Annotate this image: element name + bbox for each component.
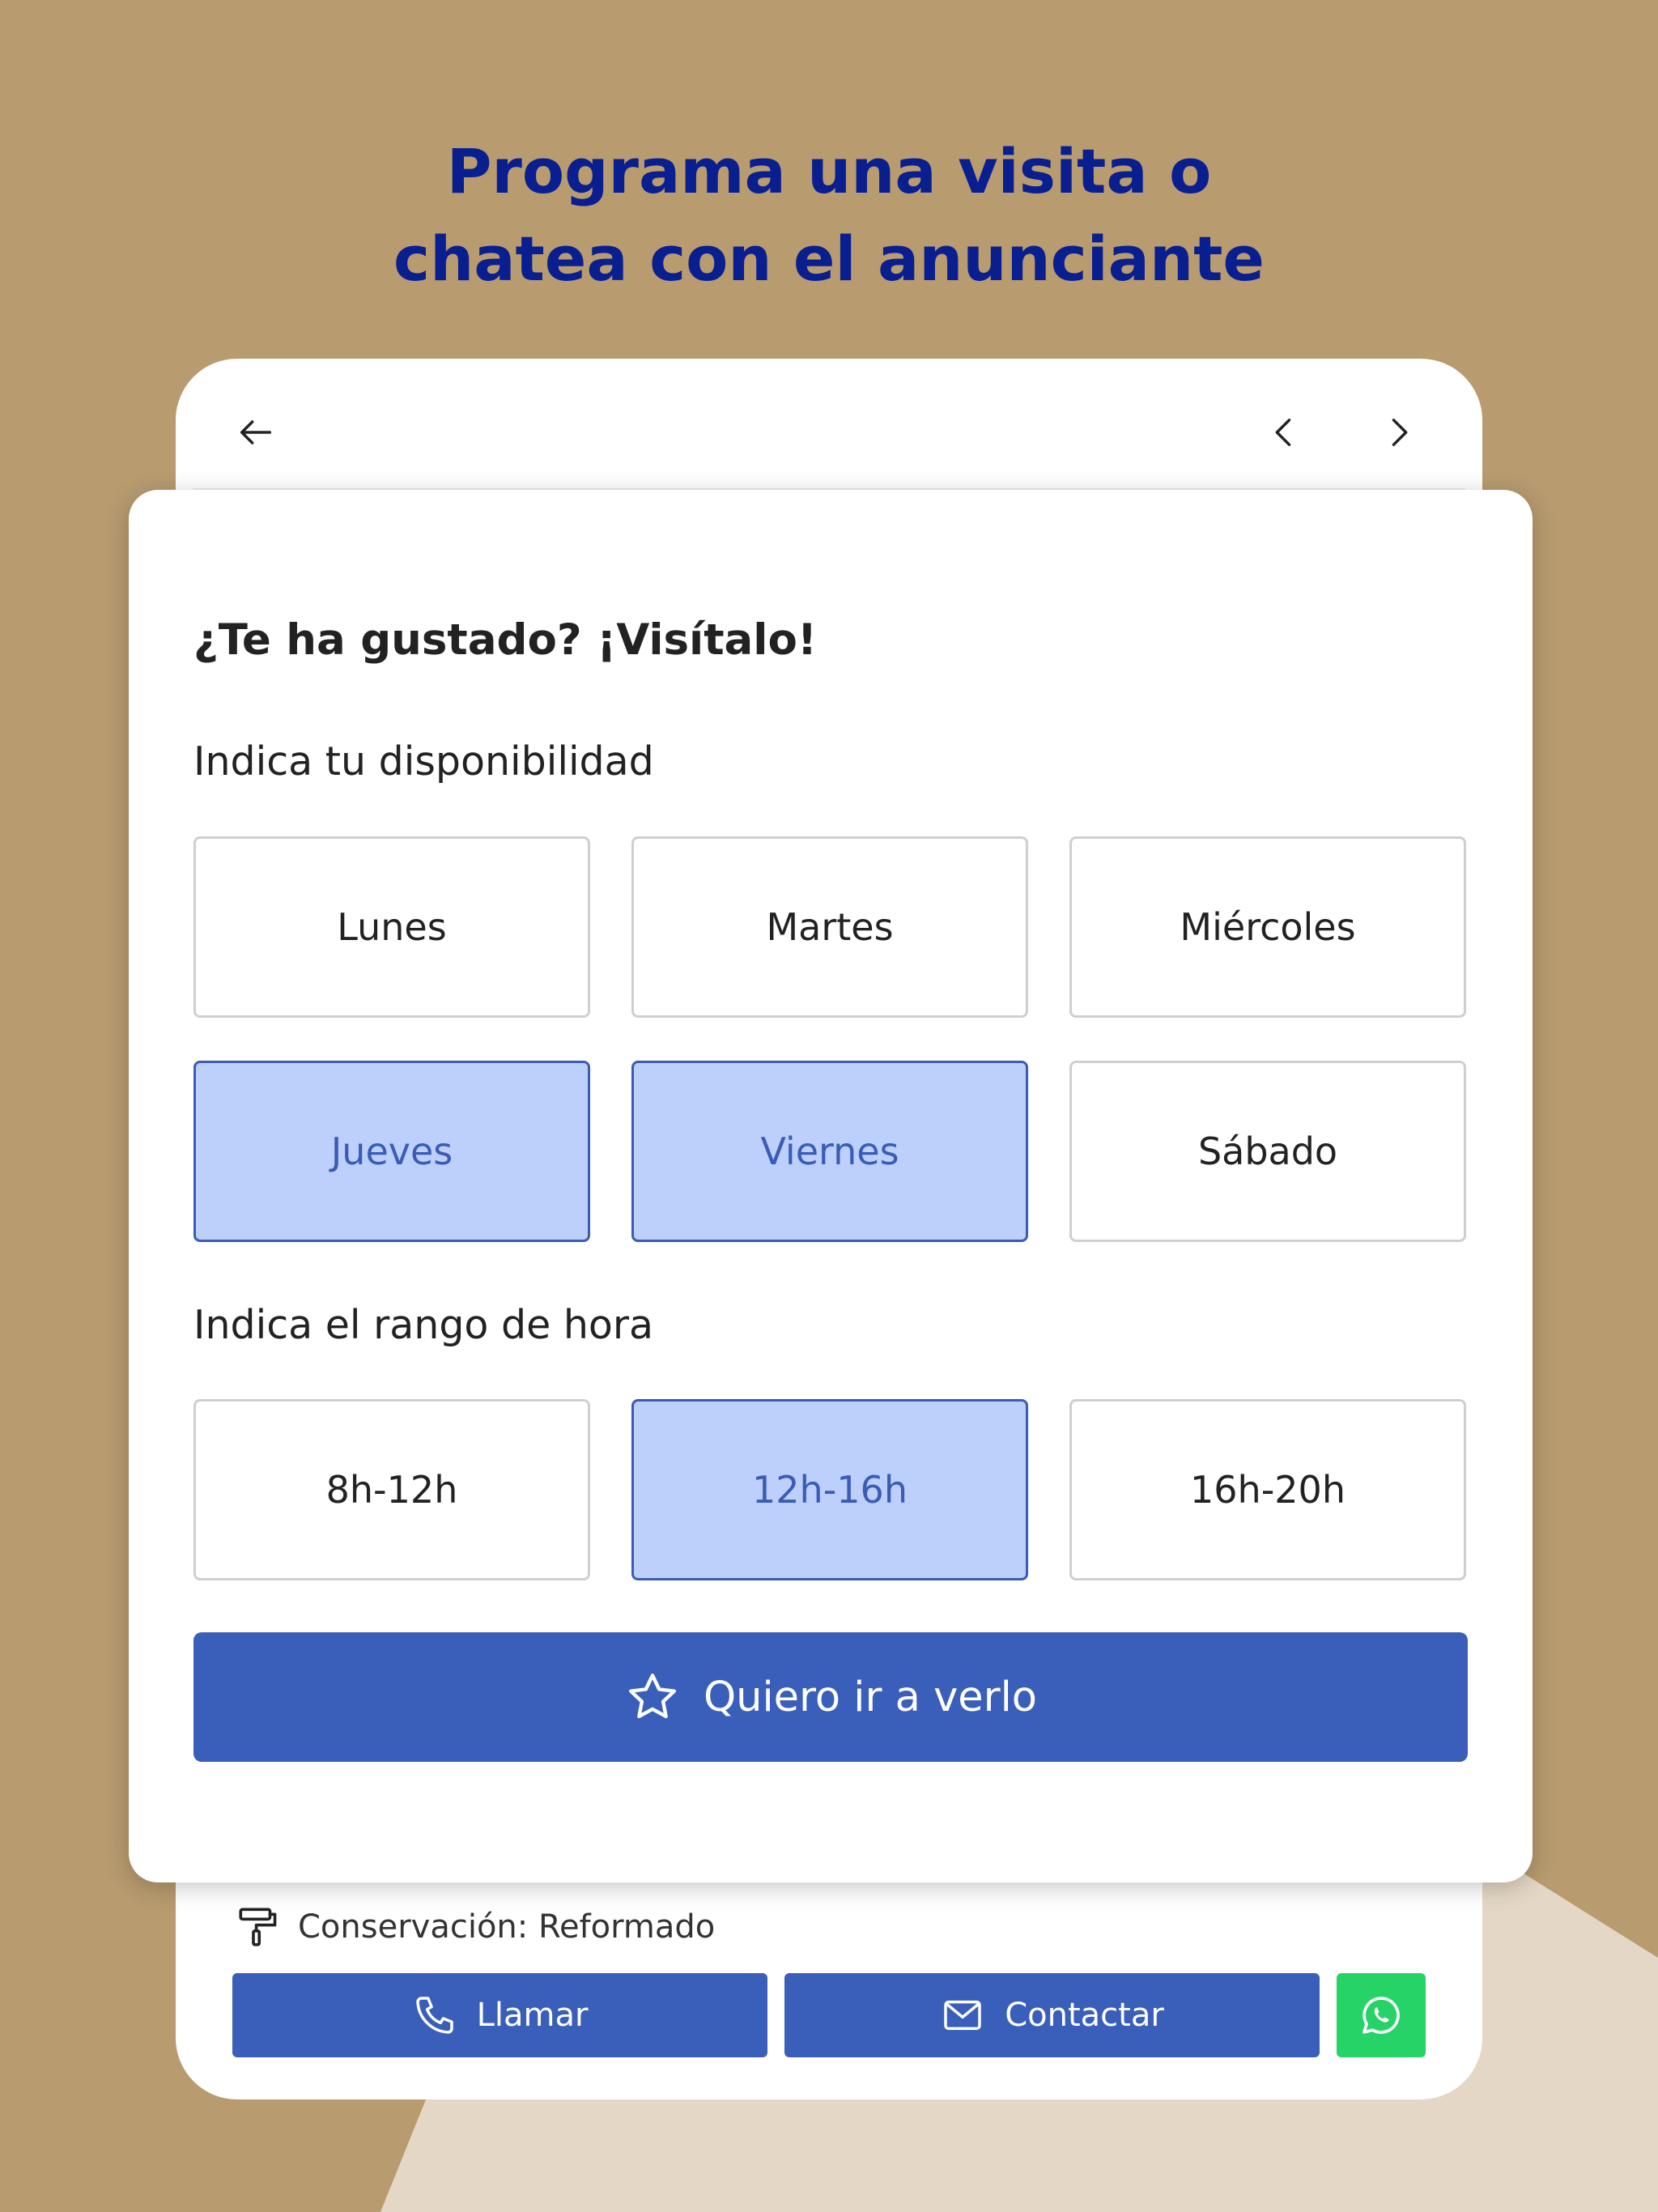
headline-line-1: Programa una visita o — [446, 135, 1212, 207]
chevron-left-icon — [1275, 419, 1291, 446]
whatsapp-icon — [1363, 1997, 1400, 2034]
mail-icon — [944, 2000, 981, 2031]
feature-text: Conservación: Reformado — [298, 1908, 716, 1946]
hour-option-16-20[interactable]: 16h-20h — [1069, 1399, 1466, 1580]
arrow-left-icon — [240, 420, 272, 445]
day-option-lunes[interactable]: Lunes — [193, 836, 590, 1018]
star-icon — [628, 1673, 677, 1719]
previous-button[interactable] — [1260, 408, 1308, 457]
back-button[interactable] — [232, 408, 280, 457]
visit-request-label: Quiero ir a verlo — [704, 1673, 1037, 1721]
day-option-martes[interactable]: Martes — [631, 836, 1028, 1018]
whatsapp-button[interactable] — [1337, 1973, 1426, 2057]
listing-feature: Conservación: Reformado — [235, 1901, 715, 1953]
hour-option-12-16[interactable]: 12h-16h — [631, 1399, 1028, 1580]
day-option-sabado[interactable]: Sábado — [1069, 1061, 1466, 1242]
phone-icon — [415, 1997, 453, 2034]
next-button[interactable] — [1375, 408, 1423, 457]
modal-title: ¿Te ha gustado? ¡Visítalo! — [193, 615, 818, 665]
hour-range-label: Indica el rango de hora — [193, 1302, 654, 1348]
availability-label: Indica tu disponibilidad — [193, 738, 654, 785]
promo-headline: Programa una visita o chatea con el anun… — [0, 128, 1658, 303]
day-option-jueves[interactable]: Jueves — [193, 1061, 590, 1242]
chevron-right-icon — [1392, 419, 1408, 446]
contact-label: Contactar — [1005, 1997, 1164, 2034]
headline-line-2: chatea con el anunciante — [393, 223, 1265, 295]
call-label: Llamar — [476, 1997, 589, 2034]
contact-button[interactable]: Contactar — [784, 1973, 1320, 2057]
day-option-miercoles[interactable]: Miércoles — [1069, 836, 1466, 1018]
paint-roller-icon — [239, 1908, 277, 1946]
visit-request-button[interactable]: Quiero ir a verlo — [193, 1632, 1468, 1762]
day-option-viernes[interactable]: Viernes — [631, 1061, 1028, 1242]
call-button[interactable]: Llamar — [232, 1973, 767, 2057]
hour-option-8-12[interactable]: 8h-12h — [193, 1399, 590, 1580]
